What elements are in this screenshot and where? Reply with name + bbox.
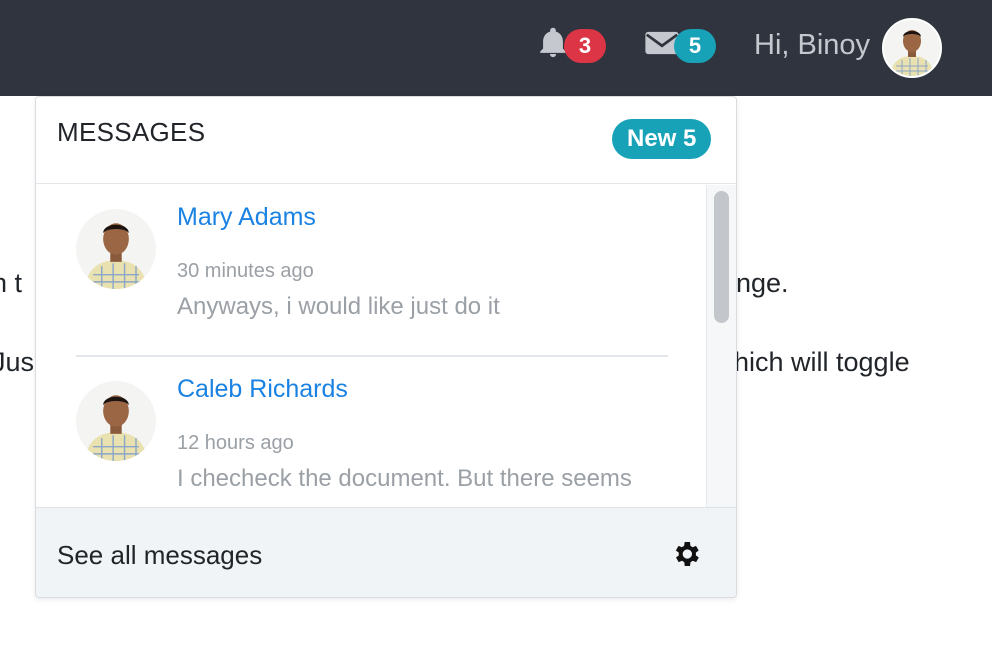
dropdown-header: MESSAGES New 5 — [36, 97, 736, 184]
notifications-button[interactable]: 3 — [536, 26, 606, 65]
avatar — [76, 381, 156, 461]
list-item[interactable]: Caleb Richards 12 hours ago I checheck t… — [76, 357, 668, 507]
background-text: Jus — [0, 347, 35, 377]
message-time: 12 hours ago — [177, 432, 294, 454]
message-time: 30 minutes ago — [177, 260, 314, 282]
gear-icon[interactable] — [670, 538, 702, 570]
top-navbar: 3 5 Hi, Binoy — [0, 0, 992, 96]
notifications-count-badge: 3 — [564, 28, 606, 63]
messages-count-badge: 5 — [674, 28, 716, 63]
background-text: nge. — [736, 268, 789, 298]
avatar[interactable] — [882, 18, 942, 78]
list-item[interactable]: Mary Adams 30 minutes ago Anyways, i wou… — [76, 185, 668, 355]
messages-button[interactable]: 5 — [644, 26, 716, 65]
sender-name[interactable]: Mary Adams — [177, 203, 316, 232]
messages-dropdown: MESSAGES New 5 Mary Adams 30 minutes ago… — [35, 96, 737, 598]
background-text: hich will toggle — [734, 347, 910, 377]
message-preview: Anyways, i would like just do it — [177, 293, 500, 320]
user-greeting[interactable]: Hi, Binoy — [754, 26, 870, 64]
background-text: n t — [0, 268, 23, 298]
new-messages-badge: New 5 — [612, 119, 712, 159]
see-all-messages-link[interactable]: See all messages — [57, 540, 262, 571]
sender-name[interactable]: Caleb Richards — [177, 375, 348, 404]
scrollbar-thumb[interactable] — [714, 191, 729, 323]
avatar — [76, 209, 156, 289]
message-preview: I checheck the document. But there seems — [177, 465, 632, 492]
dropdown-title: MESSAGES — [57, 117, 206, 147]
dropdown-footer: See all messages — [36, 507, 736, 597]
message-list[interactable]: Mary Adams 30 minutes ago Anyways, i wou… — [36, 185, 736, 507]
